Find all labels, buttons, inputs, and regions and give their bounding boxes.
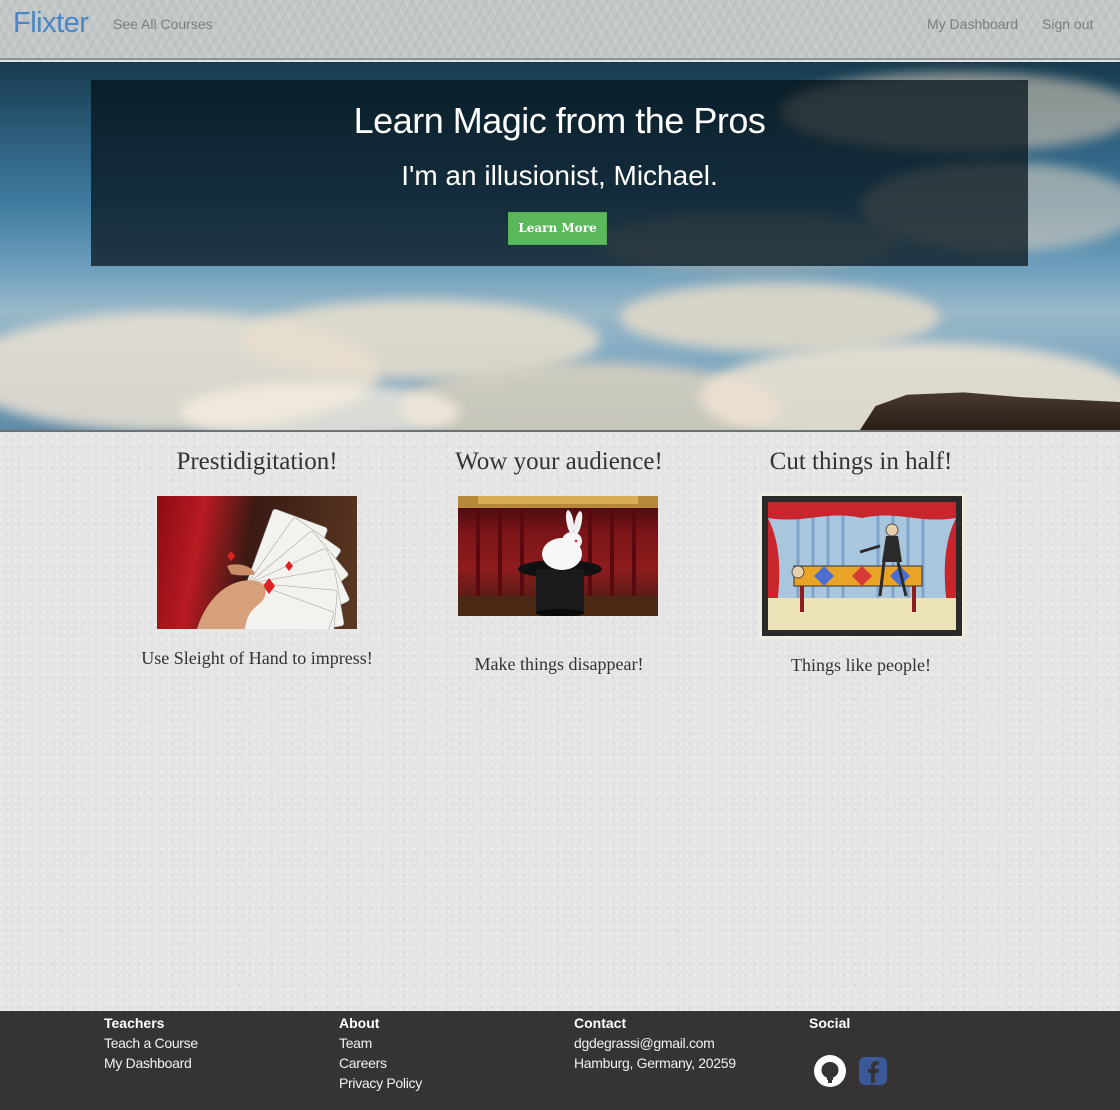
learn-more-button[interactable]: Learn More [508, 212, 607, 245]
footer-contact-column: Contact dgdegrassi@gmail.com Hamburg, Ge… [574, 1013, 736, 1073]
feature-wow-audience: Wow your audience! Make things disappear… [409, 448, 709, 678]
footer-heading-teachers: Teachers [104, 1015, 165, 1031]
hero-subtitle: I'm an illusionist, Michael. [401, 160, 718, 191]
teach-a-course-link[interactable]: Teach a Course [104, 1033, 198, 1053]
contact-email[interactable]: dgdegrassi@gmail.com [574, 1033, 736, 1053]
footer-social-column: Social [809, 1013, 929, 1103]
feature-caption: Make things disappear! [474, 654, 644, 674]
footer-heading-contact: Contact [574, 1015, 627, 1031]
hero-banner: Learn Magic from the Pros I'm an illusio… [0, 62, 1120, 432]
privacy-policy-link[interactable]: Privacy Policy [339, 1073, 422, 1093]
feature-cut-in-half: Cut things in half! Things like people! [711, 448, 1011, 678]
team-link[interactable]: Team [339, 1033, 422, 1053]
feature-heading: Cut things in half! [769, 448, 953, 475]
github-icon[interactable] [814, 1055, 846, 1087]
footer-heading-social: Social [809, 1015, 851, 1031]
feature-heading: Prestidigitation! [176, 448, 338, 475]
feature-heading: Wow your audience! [455, 448, 663, 475]
hero-title: Learn Magic from the Pros [353, 100, 766, 141]
rabbit-in-hat-image [458, 496, 658, 616]
hero-jumbotron: Learn Magic from the Pros I'm an illusio… [91, 80, 1028, 266]
facebook-icon[interactable] [857, 1055, 889, 1087]
brand-logo-link[interactable]: Flixter [13, 7, 89, 40]
sign-out-link[interactable]: Sign out [1042, 16, 1093, 32]
footer-teachers-column: Teachers Teach a Course My Dashboard [104, 1013, 198, 1073]
saw-in-half-illustration [759, 493, 965, 639]
feature-caption: Use Sleight of Hand to impress! [141, 648, 373, 668]
my-dashboard-link[interactable]: My Dashboard [927, 16, 1018, 32]
playing-cards-image [157, 496, 357, 629]
feature-caption: Things like people! [791, 655, 931, 675]
feature-prestidigitation: Prestidigitation! Use Sleight of Hand to… [107, 448, 407, 678]
footer-heading-about: About [339, 1015, 380, 1031]
footer-about-column: About Team Careers Privacy Policy [339, 1013, 422, 1093]
see-all-courses-link[interactable]: See All Courses [113, 16, 213, 32]
careers-link[interactable]: Careers [339, 1053, 422, 1073]
contact-address: Hamburg, Germany, 20259 [574, 1055, 736, 1071]
page-footer: Teachers Teach a Course My Dashboard Abo… [0, 1011, 1120, 1110]
top-navbar: Flixter See All Courses My Dashboard Sig… [0, 0, 1120, 60]
footer-my-dashboard-link[interactable]: My Dashboard [104, 1053, 198, 1073]
